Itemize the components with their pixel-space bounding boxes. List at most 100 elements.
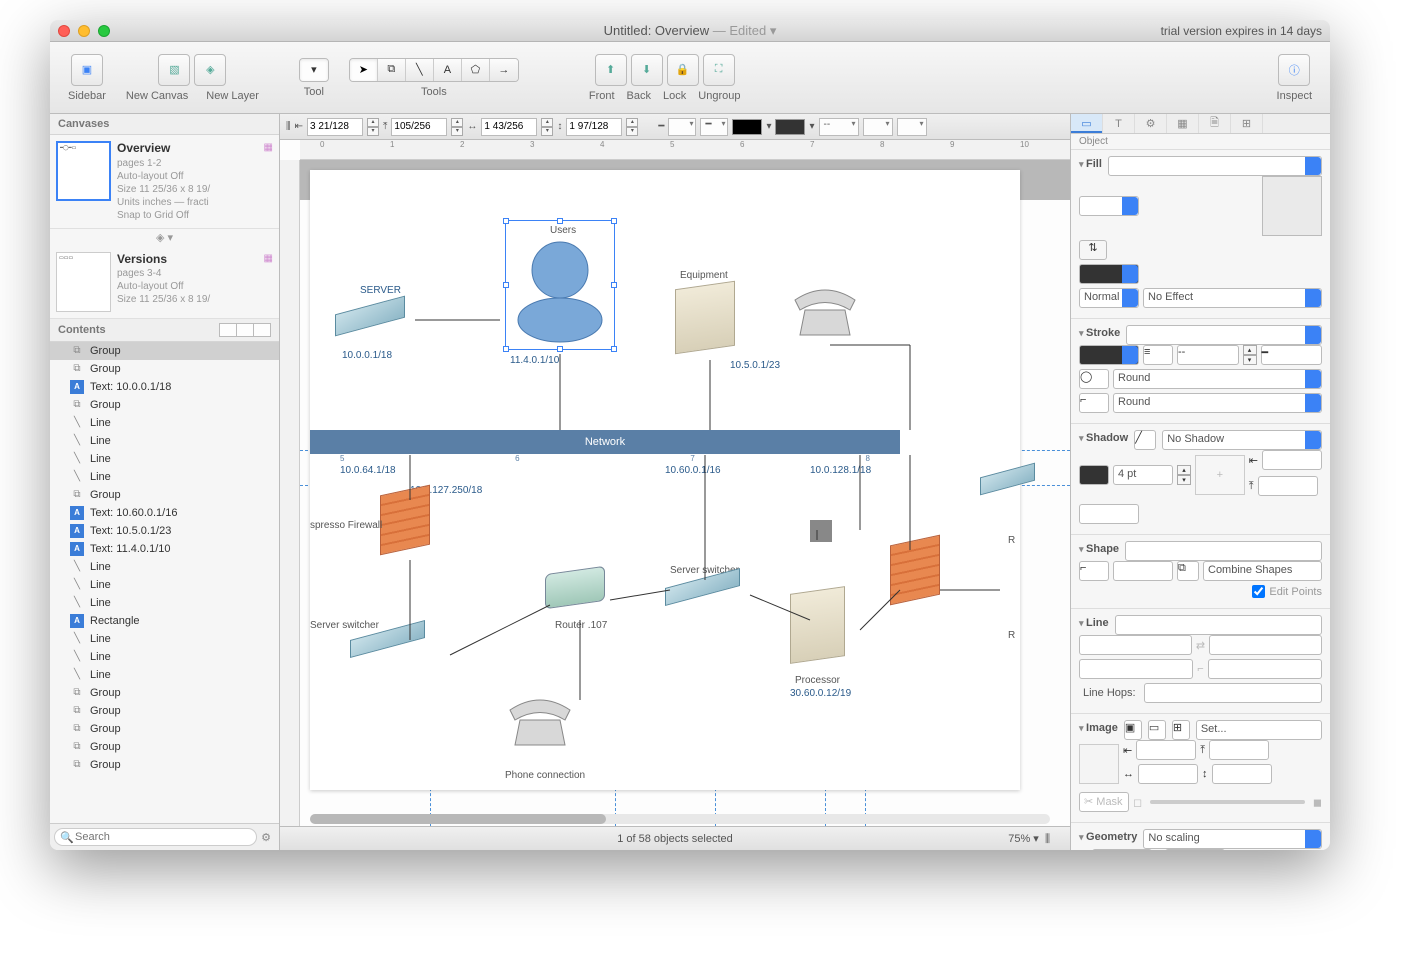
image-well[interactable] bbox=[1079, 744, 1119, 784]
shadow-color[interactable] bbox=[1079, 465, 1109, 485]
stroke-dash-select[interactable]: -- bbox=[1177, 345, 1239, 365]
line-end-size[interactable] bbox=[1208, 659, 1322, 679]
network-bar[interactable]: Network bbox=[310, 430, 900, 454]
outline-row[interactable]: Group bbox=[50, 396, 279, 414]
corner-style-select[interactable]: Round bbox=[1113, 369, 1322, 389]
outline-row[interactable]: AText: 10.5.0.1/23 bbox=[50, 522, 279, 540]
outline-row[interactable]: Group bbox=[50, 756, 279, 774]
line-hops-select[interactable] bbox=[1144, 683, 1322, 703]
search-input[interactable] bbox=[54, 828, 257, 846]
stroke-weight-select[interactable]: ≡ bbox=[1143, 345, 1173, 365]
tool-selector[interactable]: ▾ bbox=[299, 58, 329, 82]
h-input[interactable] bbox=[566, 118, 622, 136]
img-y[interactable] bbox=[1209, 740, 1269, 760]
image-fit-2[interactable]: ▭ bbox=[1148, 720, 1166, 740]
send-back-button[interactable]: ⬇ bbox=[631, 54, 663, 86]
phone-icon[interactable] bbox=[790, 285, 860, 340]
scaling-select[interactable]: No scaling bbox=[1143, 829, 1322, 849]
zoom-level[interactable]: 75% bbox=[1008, 833, 1030, 845]
w-input[interactable] bbox=[481, 118, 537, 136]
lock-button[interactable]: 🔒 bbox=[667, 54, 699, 86]
sidebar-toggle-button[interactable]: ▣ bbox=[71, 54, 103, 86]
outline-row[interactable]: Line bbox=[50, 450, 279, 468]
img-h[interactable] bbox=[1212, 764, 1272, 784]
outline-row[interactable]: Group bbox=[50, 738, 279, 756]
switch-shape[interactable] bbox=[335, 305, 405, 327]
geom-x-input[interactable]: 3 21/128 in bbox=[1092, 849, 1152, 850]
line-type-select[interactable] bbox=[1115, 615, 1322, 635]
corner-radius-input[interactable] bbox=[1113, 561, 1173, 581]
new-canvas-button[interactable]: ▧ bbox=[158, 54, 190, 86]
shadow-select[interactable]: No Shadow bbox=[1162, 430, 1322, 450]
shape-picker[interactable] bbox=[1125, 541, 1322, 561]
fill-color2-picker[interactable] bbox=[1079, 264, 1139, 284]
stroke-header[interactable]: Stroke bbox=[1079, 327, 1120, 339]
y-input[interactable] bbox=[391, 118, 447, 136]
swap-colors-icon[interactable]: ⇅ bbox=[1079, 240, 1107, 260]
stroke-color-picker[interactable] bbox=[1079, 345, 1139, 365]
tools-segment[interactable]: ➤ ⧉ ╲ A ⬠ → bbox=[349, 58, 519, 82]
fill-color-picker[interactable] bbox=[1079, 196, 1139, 216]
horizontal-scrollbar[interactable] bbox=[310, 814, 1050, 824]
outline-row[interactable]: Line bbox=[50, 432, 279, 450]
canvas-thumbnail[interactable]: ▭▭▭ bbox=[56, 252, 111, 312]
bring-front-button[interactable]: ⬆ bbox=[595, 54, 627, 86]
dash-select[interactable]: -- bbox=[819, 118, 859, 136]
img-x[interactable] bbox=[1136, 740, 1196, 760]
switch-shape[interactable] bbox=[665, 578, 740, 596]
new-layer-button[interactable]: ◈ bbox=[194, 54, 226, 86]
ungroup-button[interactable]: ⛶ bbox=[703, 54, 735, 86]
line-start-select[interactable] bbox=[1079, 635, 1192, 655]
image-fit-3[interactable]: ⊞ bbox=[1172, 720, 1190, 740]
mask-button[interactable]: ✂ Mask bbox=[1079, 792, 1129, 812]
phone-icon[interactable] bbox=[505, 695, 575, 750]
image-set-button[interactable]: Set... bbox=[1196, 720, 1322, 740]
shadow-opacity[interactable] bbox=[1079, 504, 1139, 524]
outline-row[interactable]: AText: 10.0.0.1/18 bbox=[50, 378, 279, 396]
line-header[interactable]: Line bbox=[1079, 617, 1109, 629]
gear-icon[interactable]: ⚙ bbox=[257, 831, 275, 844]
outline-row[interactable]: Line bbox=[50, 666, 279, 684]
shape-header[interactable]: Shape bbox=[1079, 543, 1119, 555]
outline-row[interactable]: Line bbox=[50, 576, 279, 594]
fill-effect-select[interactable]: No Effect bbox=[1143, 288, 1322, 308]
equipment-icon[interactable] bbox=[675, 281, 735, 354]
canvas-thumbnail[interactable]: ━◯━▭ bbox=[56, 141, 111, 201]
image-fit-1[interactable]: ▣ bbox=[1124, 720, 1142, 740]
geom-y-input[interactable]: 105/256 in bbox=[1165, 849, 1225, 850]
shadow-x[interactable] bbox=[1262, 450, 1322, 470]
corner-radius-icon[interactable]: ⌐ bbox=[1079, 561, 1109, 581]
opacity-slider[interactable] bbox=[1150, 800, 1305, 804]
outline-row[interactable]: Group bbox=[50, 342, 279, 360]
line-end-select[interactable] bbox=[1209, 635, 1322, 655]
arrow-end-select[interactable] bbox=[897, 118, 927, 136]
contents-list[interactable]: GroupGroupAText: 10.0.0.1/18GroupLineLin… bbox=[50, 342, 279, 823]
switch-shape[interactable] bbox=[980, 470, 1035, 488]
img-w[interactable] bbox=[1138, 764, 1198, 784]
fill-color-swatch[interactable] bbox=[775, 119, 805, 135]
tab-properties[interactable]: ⚙ bbox=[1135, 114, 1167, 133]
stroke-style-select[interactable]: ━ bbox=[1261, 345, 1323, 365]
view-list-button[interactable] bbox=[219, 323, 237, 337]
user-icon[interactable] bbox=[510, 225, 610, 345]
grey-node[interactable] bbox=[810, 520, 832, 542]
geometry-header[interactable]: Geometry bbox=[1079, 831, 1137, 843]
combine-shapes-select[interactable]: Combine Shapes bbox=[1203, 561, 1322, 581]
fill-header[interactable]: Fill bbox=[1079, 158, 1102, 170]
outline-row[interactable]: AText: 10.60.0.1/16 bbox=[50, 504, 279, 522]
shadow-angle[interactable]: + bbox=[1195, 455, 1245, 495]
canvas-item-versions[interactable]: ▭▭▭ Versions ▦ pages 3-4 Auto-layout Off… bbox=[50, 246, 279, 319]
line-style-select[interactable] bbox=[668, 118, 696, 136]
outline-row[interactable]: Group bbox=[50, 360, 279, 378]
outline-row[interactable]: ARectangle bbox=[50, 612, 279, 630]
outline-row[interactable]: Group bbox=[50, 684, 279, 702]
blend-mode-select[interactable]: Normal bbox=[1079, 288, 1139, 308]
tab-canvas[interactable]: ▦ bbox=[1167, 114, 1199, 133]
outline-row[interactable]: Group bbox=[50, 720, 279, 738]
stroke-color-swatch[interactable] bbox=[732, 119, 762, 135]
edit-points-checkbox[interactable] bbox=[1252, 585, 1265, 598]
canvas-viewport[interactable]: 012345678910 SERVER 10.0.0.1/18 bbox=[280, 140, 1070, 826]
outline-row[interactable]: Line bbox=[50, 468, 279, 486]
shadow-header[interactable]: Shadow bbox=[1079, 432, 1128, 444]
arrow-start-select[interactable] bbox=[863, 118, 893, 136]
